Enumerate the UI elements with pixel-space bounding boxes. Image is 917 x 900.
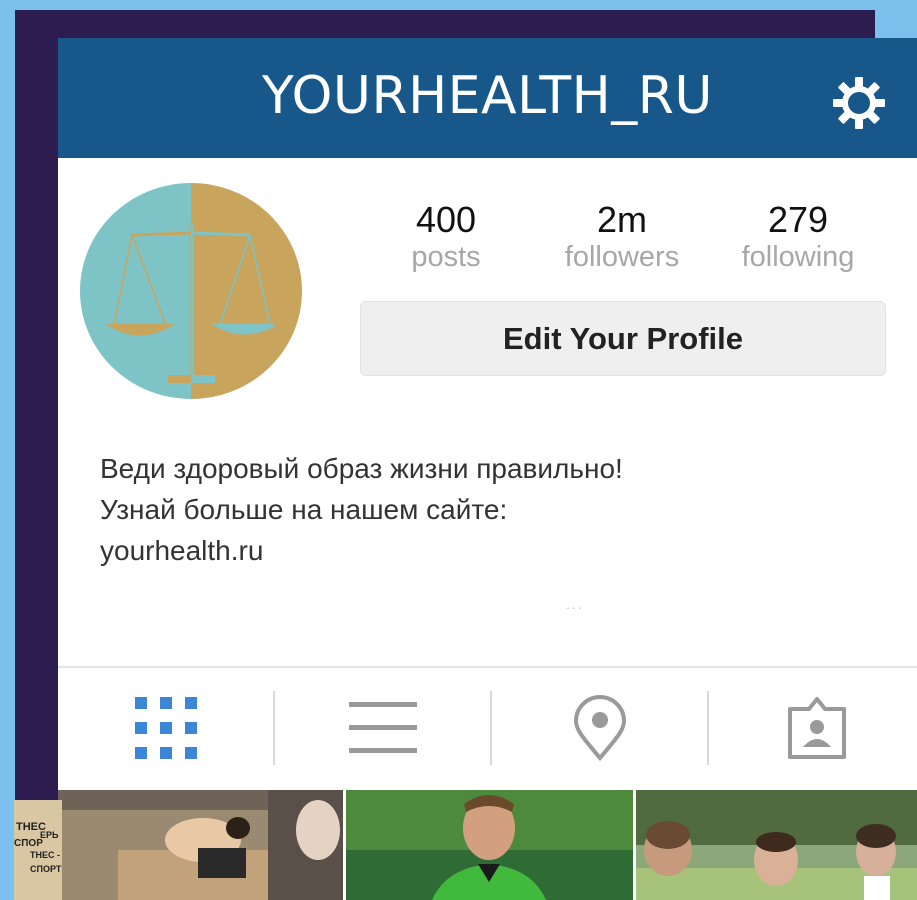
bio-line: Веди здоровый образ жизни правильно!: [100, 453, 623, 484]
photo-tile[interactable]: [58, 790, 343, 900]
more-indicator: ...: [566, 596, 584, 612]
following-label: following: [741, 241, 855, 273]
tab-tagged[interactable]: [717, 668, 917, 788]
edit-profile-button[interactable]: Edit Your Profile: [360, 301, 886, 376]
sticker-text: СПОР: [14, 838, 43, 849]
corner-sticker-image: ТНЕС ЕРЬ СПОР ТНЕС - СПОРТ: [14, 800, 62, 900]
photo-tile[interactable]: [346, 790, 633, 900]
photo-grid: [58, 790, 917, 900]
posts-count: 400: [415, 199, 477, 240]
fitness-photo: [58, 790, 343, 900]
posts-label: posts: [411, 241, 481, 273]
tab-separator: [707, 691, 709, 765]
park-exercise-photo: [636, 790, 917, 900]
gear-icon[interactable]: [830, 74, 888, 132]
followers-count: 2m: [596, 199, 647, 240]
profile-username: YOURHEALTH_RU: [262, 66, 713, 126]
profile-avatar[interactable]: [80, 183, 302, 399]
tab-location[interactable]: [500, 668, 700, 788]
location-pin-icon: [573, 695, 627, 761]
profile-bio: Веди здоровый образ жизни правильно! Узн…: [100, 448, 860, 571]
following-count: 279: [767, 199, 829, 240]
tab-grid-view[interactable]: [66, 668, 266, 788]
stat-posts[interactable]: 400 posts: [376, 200, 516, 274]
sticker-text: СПОРТ: [30, 864, 62, 874]
followers-label: followers: [564, 241, 680, 273]
top-bar: YOURHEALTH_RU: [58, 38, 917, 158]
bio-line: Узнай больше на нашем сайте:: [100, 494, 508, 525]
tagged-person-icon: [788, 697, 846, 759]
bio-link[interactable]: yourhealth.ru: [100, 530, 860, 571]
tab-separator: [273, 691, 275, 765]
grid-icon: [135, 697, 197, 759]
photo-tile[interactable]: [636, 790, 917, 900]
profile-tabs: [58, 668, 917, 788]
stat-followers[interactable]: 2m followers: [552, 200, 692, 274]
tab-list-view[interactable]: [283, 668, 483, 788]
tab-separator: [490, 691, 492, 765]
stat-following[interactable]: 279 following: [728, 200, 868, 274]
profile-screen: YOURHEALTH_RU 400 posts 2m followers 279…: [58, 38, 917, 900]
sticker-text: ТНЕС -: [30, 850, 60, 860]
list-icon: [349, 702, 417, 753]
soccer-player-photo: [346, 790, 633, 900]
